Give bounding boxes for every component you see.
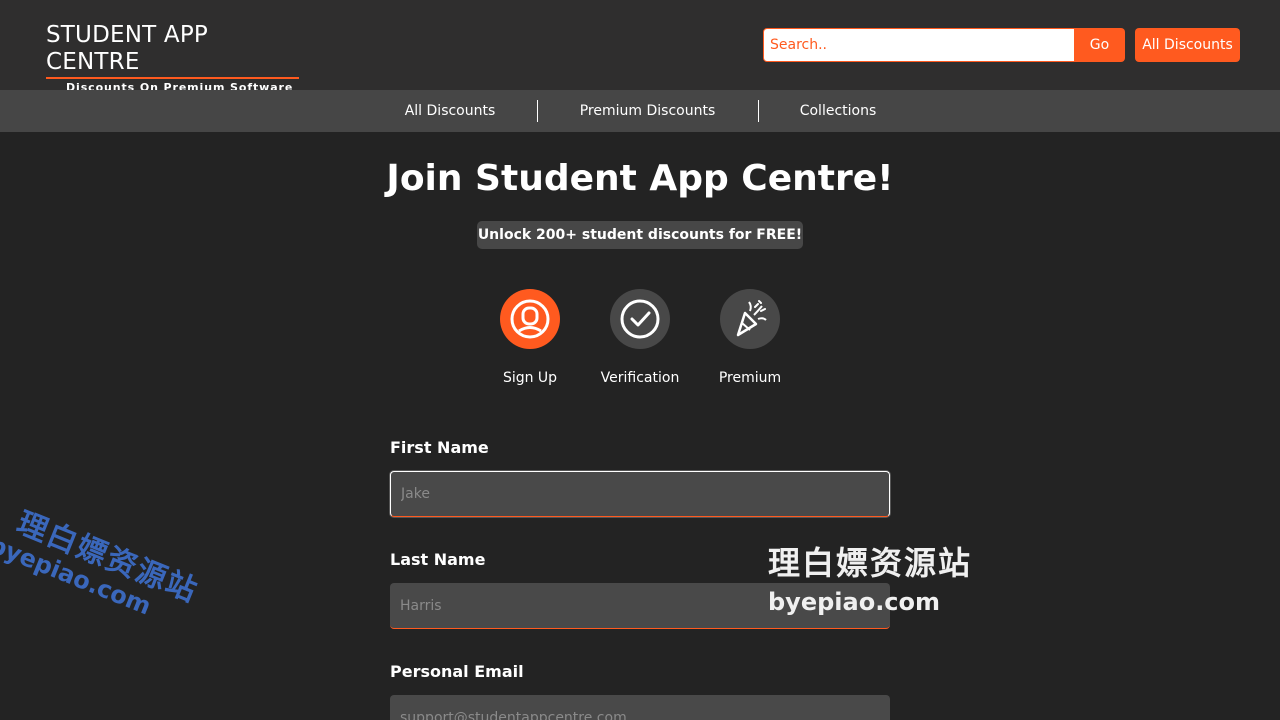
page-title: Join Student App Centre!	[386, 158, 894, 199]
watermark-text-en: byepiao.com	[768, 588, 941, 616]
user-icon	[500, 289, 560, 349]
nav-item-collections[interactable]: Collections	[778, 90, 898, 132]
logo[interactable]: STUDENT APP CENTRE Discounts On Premium …	[46, 22, 306, 94]
nav-divider	[537, 100, 538, 122]
nav-item-premium-discounts[interactable]: Premium Discounts	[565, 90, 730, 132]
nav-bar: All Discounts Premium Discounts Collecti…	[0, 90, 1280, 132]
first-name-label: First Name	[390, 438, 489, 457]
step-label: Sign Up	[502, 370, 558, 386]
watermark-right: 理白嫖资源站 byepiao.com	[768, 538, 972, 616]
go-button[interactable]: Go	[1074, 28, 1125, 62]
search-input[interactable]	[763, 28, 1075, 62]
nav-divider	[758, 100, 759, 122]
header: STUDENT APP CENTRE Discounts On Premium …	[0, 0, 1280, 94]
email-field[interactable]	[390, 695, 890, 720]
step-verification[interactable]: Verification	[580, 289, 700, 386]
watermark-text-cn: 理白嫖资源站	[768, 544, 973, 582]
step-sign-up[interactable]: Sign Up	[470, 289, 590, 386]
first-name-field[interactable]	[390, 471, 890, 517]
email-label: Personal Email	[390, 662, 524, 681]
step-label: Premium	[718, 370, 782, 386]
tagline-badge: Unlock 200+ student discounts for FREE!	[477, 221, 803, 249]
watermark-left: 理白嫖资源站 byepiao.com	[0, 498, 206, 635]
nav-item-all-discounts[interactable]: All Discounts	[380, 90, 520, 132]
all-discounts-button[interactable]: All Discounts	[1135, 28, 1240, 62]
party-popper-icon	[720, 289, 780, 349]
check-icon	[610, 289, 670, 349]
logo-title: STUDENT APP CENTRE	[46, 22, 208, 75]
logo-underline	[46, 77, 299, 79]
last-name-label: Last Name	[390, 550, 486, 569]
step-premium[interactable]: Premium	[690, 289, 810, 386]
step-label: Verification	[600, 370, 680, 386]
